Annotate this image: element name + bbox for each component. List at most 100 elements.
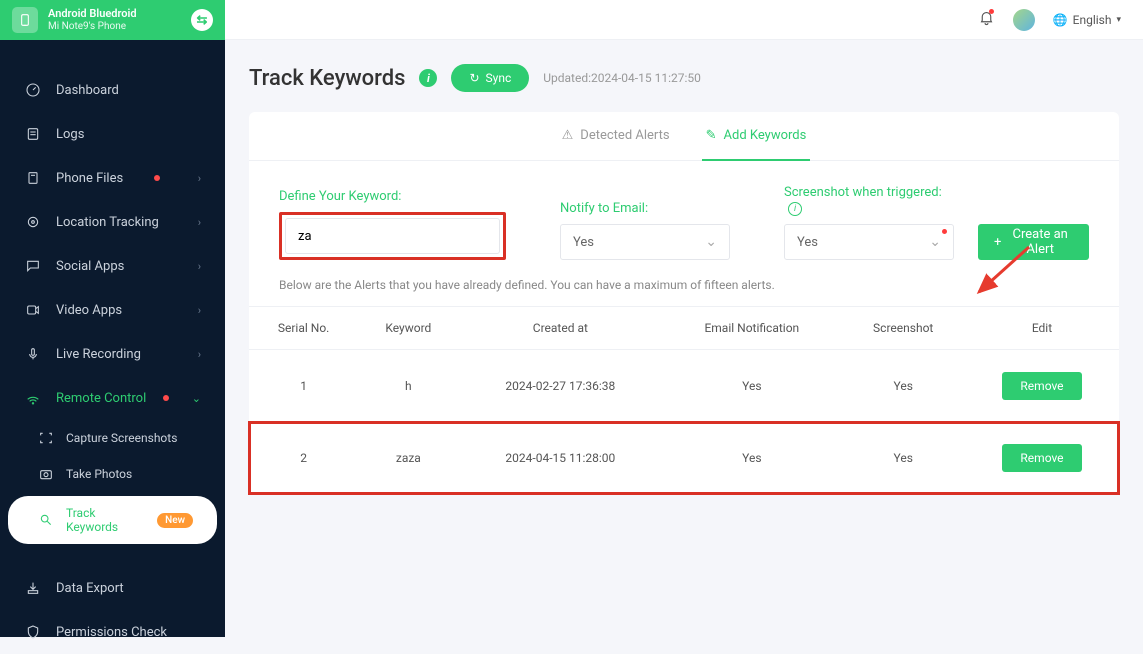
topbar: 🌐 English ▾ bbox=[225, 0, 1143, 40]
cell-created: 2024-04-15 11:28:00 bbox=[458, 422, 662, 494]
chevron-down-icon: ⌄ bbox=[192, 392, 201, 405]
info-icon[interactable]: i bbox=[788, 202, 802, 216]
th-created: Created at bbox=[458, 307, 662, 350]
location-icon bbox=[24, 213, 42, 231]
device-header[interactable]: Android Bluedroid Mi Note9's Phone ⇆ bbox=[0, 0, 225, 40]
chevron-right-icon: › bbox=[198, 348, 201, 361]
form-row: Define Your Keyword: Notify to Email: Ye… bbox=[249, 161, 1119, 278]
cell-edit: Remove bbox=[965, 422, 1119, 494]
sidebar-item-permissions[interactable]: Permissions Check bbox=[0, 610, 225, 654]
tab-label: Detected Alerts bbox=[580, 128, 669, 143]
table-row: 1 h 2024-02-27 17:36:38 Yes Yes Remove bbox=[249, 350, 1119, 423]
cell-serial: 1 bbox=[249, 350, 358, 423]
cell-created: 2024-02-27 17:36:38 bbox=[458, 350, 662, 423]
alerts-table: Serial No. Keyword Created at Email Noti… bbox=[249, 306, 1119, 494]
th-serial: Serial No. bbox=[249, 307, 358, 350]
info-icon[interactable]: i bbox=[419, 69, 437, 87]
hint-text: Below are the Alerts that you have alrea… bbox=[249, 278, 1119, 306]
tab-detected[interactable]: ⚠ Detected Alerts bbox=[558, 112, 674, 161]
chat-icon bbox=[24, 257, 42, 275]
sidebar-item-social[interactable]: Social Apps › bbox=[0, 244, 225, 288]
cell-email: Yes bbox=[662, 350, 841, 423]
mic-icon bbox=[24, 345, 42, 363]
sidebar-item-label: Track Keywords bbox=[66, 506, 149, 534]
cell-edit: Remove bbox=[965, 350, 1119, 423]
sidebar-item-video[interactable]: Video Apps › bbox=[0, 288, 225, 332]
table-header-row: Serial No. Keyword Created at Email Noti… bbox=[249, 307, 1119, 350]
remove-button[interactable]: Remove bbox=[1002, 444, 1081, 472]
sidebar-sub-keywords[interactable]: Track Keywords New bbox=[8, 496, 217, 544]
remote-icon bbox=[24, 389, 42, 407]
sidebar-item-label: Permissions Check bbox=[56, 625, 167, 640]
screenshot-select[interactable]: Yes bbox=[784, 224, 954, 260]
sidebar-item-label: Data Export bbox=[56, 581, 124, 596]
chevron-right-icon: › bbox=[198, 304, 201, 317]
sidebar-sub-photos[interactable]: Take Photos bbox=[0, 456, 225, 492]
cell-serial: 2 bbox=[249, 422, 358, 494]
keyword-icon bbox=[38, 512, 54, 528]
sidebar-item-remote[interactable]: Remote Control ⌄ bbox=[0, 376, 225, 420]
sidebar-item-label: Location Tracking bbox=[56, 215, 159, 230]
tab-add-keywords[interactable]: ✎ Add Keywords bbox=[702, 112, 811, 161]
create-alert-button[interactable]: + Create an Alert bbox=[978, 224, 1089, 260]
device-name: Mi Note9's Phone bbox=[48, 21, 191, 33]
page-title: Track Keywords bbox=[249, 66, 405, 91]
video-icon bbox=[24, 301, 42, 319]
globe-icon: 🌐 bbox=[1053, 13, 1068, 27]
android-icon bbox=[12, 7, 38, 33]
keyword-label: Define Your Keyword: bbox=[279, 189, 506, 204]
sidebar-item-location[interactable]: Location Tracking › bbox=[0, 200, 225, 244]
shield-icon bbox=[24, 623, 42, 641]
main-content: Track Keywords i ↻ Sync Updated:2024-04-… bbox=[225, 40, 1143, 637]
keyword-input[interactable] bbox=[285, 218, 500, 254]
files-icon bbox=[24, 169, 42, 187]
cell-screenshot: Yes bbox=[841, 422, 965, 494]
remove-button[interactable]: Remove bbox=[1002, 372, 1081, 400]
notify-value: Yes bbox=[573, 235, 594, 250]
updated-timestamp: Updated:2024-04-15 11:27:50 bbox=[543, 71, 701, 85]
language-selector[interactable]: 🌐 English ▾ bbox=[1053, 13, 1121, 27]
chevron-right-icon: › bbox=[198, 260, 201, 273]
chevron-right-icon: › bbox=[198, 216, 201, 229]
alert-icon: ⚠ bbox=[562, 128, 574, 143]
screenshot-group: Screenshot when triggered:i Yes bbox=[784, 185, 954, 260]
sidebar-sub-capture[interactable]: Capture Screenshots bbox=[0, 420, 225, 456]
language-label: English bbox=[1073, 13, 1112, 27]
keyword-group: Define Your Keyword: bbox=[279, 189, 506, 260]
sidebar-item-recording[interactable]: Live Recording › bbox=[0, 332, 225, 376]
sidebar-item-label: Live Recording bbox=[56, 347, 141, 362]
export-icon bbox=[24, 579, 42, 597]
device-info: Android Bluedroid Mi Note9's Phone bbox=[48, 7, 191, 32]
notify-group: Notify to Email: Yes bbox=[560, 201, 730, 260]
sidebar-item-label: Phone Files bbox=[56, 171, 123, 186]
notifications-button[interactable] bbox=[978, 9, 995, 30]
sidebar-item-export[interactable]: Data Export bbox=[0, 566, 225, 610]
notify-select[interactable]: Yes bbox=[560, 224, 730, 260]
cell-keyword: zaza bbox=[358, 422, 458, 494]
sidebar-item-logs[interactable]: Logs bbox=[0, 112, 225, 156]
notify-label: Notify to Email: bbox=[560, 201, 730, 216]
avatar[interactable] bbox=[1013, 9, 1035, 31]
notification-dot-icon bbox=[154, 175, 160, 181]
screenshot-value: Yes bbox=[797, 235, 818, 250]
th-email: Email Notification bbox=[662, 307, 841, 350]
keyword-highlight bbox=[279, 212, 506, 260]
sync-label: Sync bbox=[486, 71, 512, 85]
screenshot-label: Screenshot when triggered:i bbox=[784, 185, 954, 216]
swap-device-icon[interactable]: ⇆ bbox=[191, 9, 213, 31]
sidebar-item-label: Remote Control bbox=[56, 391, 146, 406]
th-edit: Edit bbox=[965, 307, 1119, 350]
chevron-right-icon: › bbox=[198, 172, 201, 185]
refresh-icon: ↻ bbox=[469, 71, 479, 85]
sync-button[interactable]: ↻ Sync bbox=[451, 64, 529, 92]
sidebar-item-phone-files[interactable]: Phone Files › bbox=[0, 156, 225, 200]
create-label: Create an Alert bbox=[1007, 227, 1073, 257]
camera-icon bbox=[38, 466, 54, 482]
sidebar-item-label: Video Apps bbox=[56, 303, 122, 318]
th-screenshot: Screenshot bbox=[841, 307, 965, 350]
screenshot-icon bbox=[38, 430, 54, 446]
notification-dot-icon bbox=[163, 395, 169, 401]
sidebar-item-dashboard[interactable]: Dashboard bbox=[0, 68, 225, 112]
sidebar-item-label: Social Apps bbox=[56, 259, 124, 274]
chevron-down-icon: ▾ bbox=[1116, 15, 1121, 25]
